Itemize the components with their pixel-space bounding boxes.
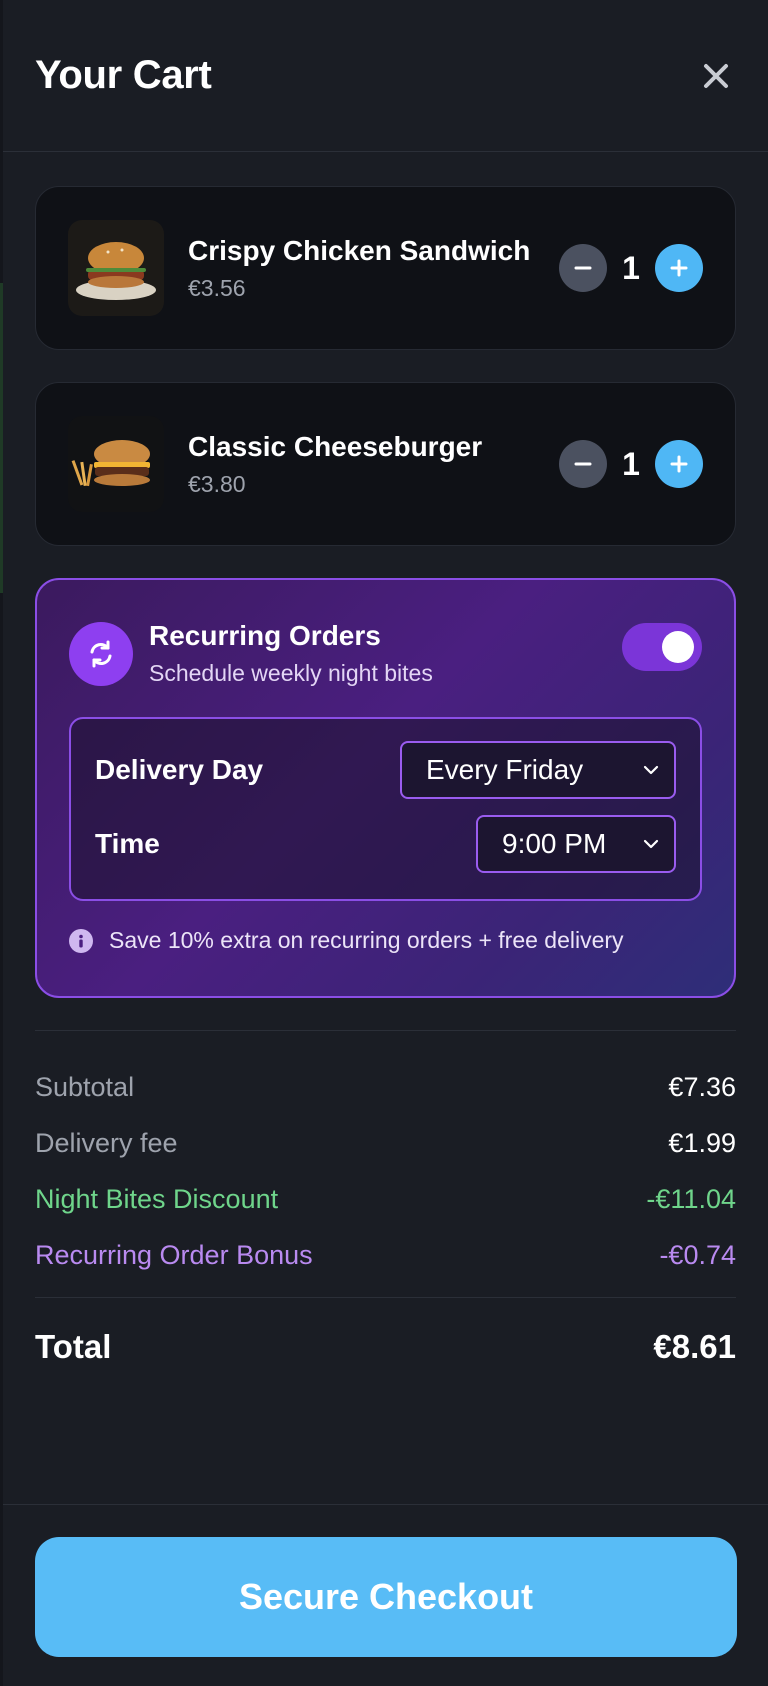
checkout-footer: Secure Checkout bbox=[3, 1504, 768, 1686]
cart-item: Classic Cheeseburger €3.80 1 bbox=[35, 382, 736, 546]
cart-header: Your Cart bbox=[3, 0, 768, 152]
discount-label: Night Bites Discount bbox=[35, 1183, 279, 1214]
quantity-stepper: 1 bbox=[559, 244, 703, 292]
recurring-bonus-row: Recurring Order Bonus -€0.74 bbox=[35, 1227, 736, 1283]
item-price: €3.80 bbox=[188, 470, 246, 497]
secure-checkout-button[interactable]: Secure Checkout bbox=[35, 1537, 737, 1657]
subtotal-value: €7.36 bbox=[668, 1071, 736, 1102]
subtotal-row: Subtotal €7.36 bbox=[35, 1059, 736, 1115]
cart-drawer: Your Cart Crispy Chicken Sandwich €3.56 … bbox=[3, 0, 768, 1686]
info-icon bbox=[69, 928, 93, 953]
minus-icon bbox=[574, 462, 592, 466]
time-label: Time bbox=[95, 828, 160, 859]
time-select[interactable]: 9:00 PM bbox=[476, 815, 676, 873]
recurring-bonus-label: Recurring Order Bonus bbox=[35, 1239, 313, 1270]
item-info: Classic Cheeseburger €3.80 bbox=[188, 431, 559, 498]
refresh-icon bbox=[69, 621, 133, 686]
recurring-bonus-value: -€0.74 bbox=[659, 1239, 736, 1270]
delivery-day-row: Delivery Day Every Friday bbox=[95, 719, 676, 799]
plus-icon bbox=[670, 259, 688, 277]
item-price: €3.56 bbox=[188, 274, 246, 301]
total-row: Total €8.61 bbox=[35, 1297, 736, 1385]
delivery-day-label: Delivery Day bbox=[95, 754, 264, 785]
recurring-orders-subtitle: Schedule weekly night bites bbox=[149, 660, 433, 686]
plus-icon bbox=[670, 455, 688, 473]
delivery-fee-label: Delivery fee bbox=[35, 1127, 178, 1158]
total-label: Total bbox=[35, 1327, 112, 1365]
order-summary: Subtotal €7.36 Delivery fee €1.99 Night … bbox=[35, 1030, 736, 1385]
recurring-orders-text: Recurring Orders Schedule weekly night b… bbox=[149, 620, 622, 687]
subtotal-label: Subtotal bbox=[35, 1071, 135, 1102]
chevron-down-icon bbox=[643, 839, 659, 849]
close-button[interactable] bbox=[696, 56, 736, 96]
cart-title: Your Cart bbox=[35, 53, 212, 97]
recurring-promo: Save 10% extra on recurring orders + fre… bbox=[69, 927, 702, 954]
decrease-quantity-button[interactable] bbox=[559, 244, 607, 292]
delivery-fee-row: Delivery fee €1.99 bbox=[35, 1115, 736, 1171]
crispy-chicken-sandwich-photo bbox=[68, 220, 164, 316]
quantity-value: 1 bbox=[622, 445, 640, 482]
cart-items: Crispy Chicken Sandwich €3.56 1 Classic … bbox=[3, 152, 768, 546]
time-row: Time 9:00 PM bbox=[95, 799, 676, 873]
schedule-settings: Delivery Day Every Friday Time 9:00 PM bbox=[69, 717, 702, 901]
recurring-orders-header: Recurring Orders Schedule weekly night b… bbox=[69, 580, 702, 687]
recurring-orders-title: Recurring Orders bbox=[149, 620, 381, 651]
item-name: Classic Cheeseburger bbox=[188, 430, 483, 462]
decrease-quantity-button[interactable] bbox=[559, 440, 607, 488]
close-icon bbox=[704, 63, 728, 88]
delivery-fee-value: €1.99 bbox=[668, 1127, 736, 1158]
recurring-orders-toggle[interactable] bbox=[622, 622, 702, 671]
delivery-day-select[interactable]: Every Friday bbox=[400, 741, 676, 799]
cart-item: Crispy Chicken Sandwich €3.56 1 bbox=[35, 186, 736, 350]
item-name: Crispy Chicken Sandwich bbox=[188, 234, 531, 266]
toggle-knob bbox=[662, 630, 694, 663]
quantity-stepper: 1 bbox=[559, 440, 703, 488]
total-value: €8.61 bbox=[653, 1327, 736, 1365]
item-info: Crispy Chicken Sandwich €3.56 bbox=[188, 235, 559, 302]
promo-text: Save 10% extra on recurring orders + fre… bbox=[109, 927, 624, 953]
increase-quantity-button[interactable] bbox=[655, 244, 703, 292]
discount-row: Night Bites Discount -€11.04 bbox=[35, 1171, 736, 1227]
recurring-orders-card: Recurring Orders Schedule weekly night b… bbox=[35, 578, 736, 998]
quantity-value: 1 bbox=[622, 249, 640, 286]
delivery-day-value: Every Friday bbox=[426, 754, 584, 785]
classic-cheeseburger-photo bbox=[68, 416, 164, 512]
chevron-down-icon bbox=[643, 765, 659, 775]
increase-quantity-button[interactable] bbox=[655, 440, 703, 488]
time-value: 9:00 PM bbox=[502, 828, 607, 859]
minus-icon bbox=[574, 266, 592, 270]
discount-value: -€11.04 bbox=[646, 1183, 736, 1214]
